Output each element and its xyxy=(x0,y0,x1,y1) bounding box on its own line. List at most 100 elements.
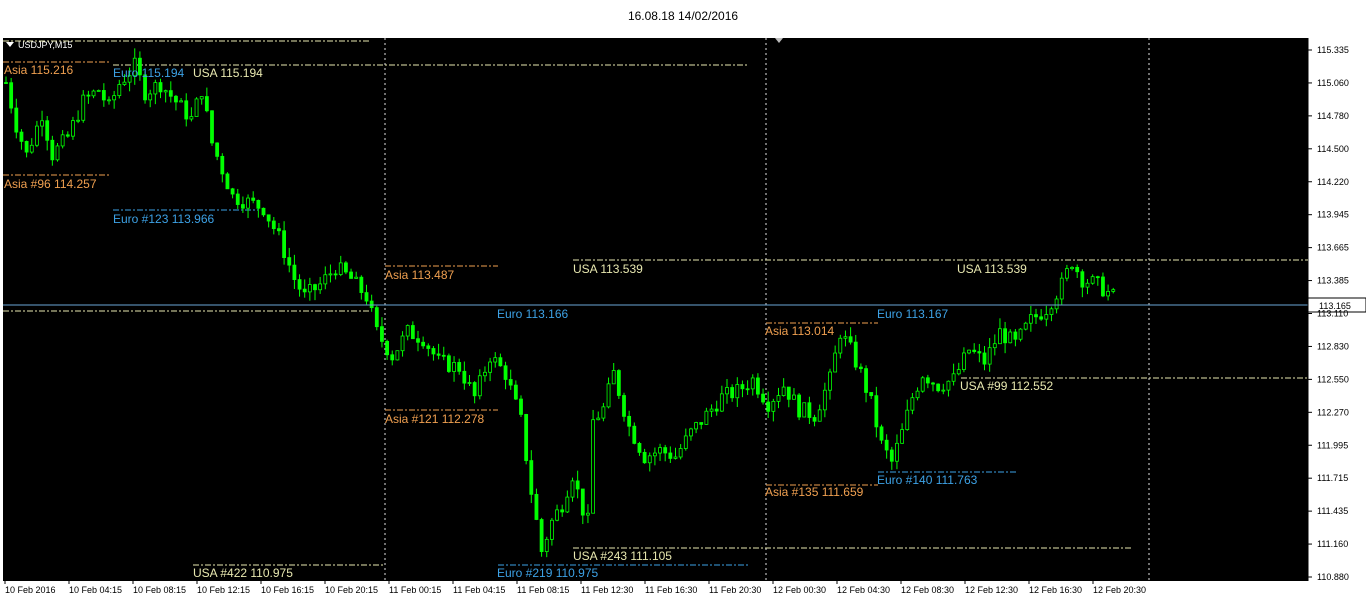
candle-body xyxy=(745,388,750,391)
candle-body xyxy=(936,383,941,392)
candle-body xyxy=(210,110,214,144)
candle-body xyxy=(1034,314,1038,318)
candle-body xyxy=(658,447,662,454)
plot-area[interactable] xyxy=(3,38,1308,581)
candle-body xyxy=(766,401,771,412)
candle-body xyxy=(436,353,441,356)
candle-body xyxy=(199,96,204,100)
candle-body xyxy=(627,415,632,427)
label-euro123: Euro #123 113.966 xyxy=(113,212,215,226)
label-euro-113167: Euro 113.167 xyxy=(877,307,948,321)
label-euro219: Euro #219 110.975 xyxy=(497,566,599,580)
candle-body xyxy=(555,509,559,521)
candle-body xyxy=(601,406,606,419)
candle-body xyxy=(1059,277,1064,300)
candle-body xyxy=(421,341,426,347)
candle-body xyxy=(524,414,529,461)
candle-body xyxy=(1003,328,1007,344)
candle-body xyxy=(282,230,287,258)
candle-body xyxy=(457,362,462,372)
label-euro-113166: Euro 113.166 xyxy=(497,307,568,321)
candle-body xyxy=(204,96,209,112)
candle-body xyxy=(416,338,420,343)
candle-body xyxy=(879,426,884,441)
candle-body xyxy=(714,408,719,412)
time-tick-label: 10 Feb 20:15 xyxy=(325,585,378,595)
candle-body xyxy=(833,352,838,373)
candle-body xyxy=(215,142,220,157)
candle-body xyxy=(19,131,24,142)
candle-body xyxy=(168,90,173,97)
candle-body xyxy=(462,370,467,384)
candle-body xyxy=(1101,276,1105,297)
price-tick-label: 111.995 xyxy=(1317,440,1348,450)
candle-body xyxy=(689,428,693,437)
candle-body xyxy=(1075,266,1080,273)
candle-body xyxy=(519,398,523,415)
label-asia-113014: Asia 113.014 xyxy=(765,324,834,338)
candle-body xyxy=(822,389,827,411)
candle-body xyxy=(179,100,184,103)
candle-body xyxy=(1054,298,1059,310)
candle-body xyxy=(967,349,971,354)
candle-body xyxy=(91,90,96,97)
candle-body xyxy=(1039,316,1044,320)
candle-body xyxy=(951,373,956,382)
label-asia-115216: Asia 115.216 xyxy=(4,63,73,77)
candle-body xyxy=(807,402,812,418)
candle-body xyxy=(637,443,642,453)
time-tick-label: 12 Feb 16:30 xyxy=(1029,585,1082,595)
candle-body xyxy=(889,449,894,462)
candle-body xyxy=(472,382,477,397)
candle-body xyxy=(642,451,647,464)
candle-body xyxy=(596,417,601,421)
candle-body xyxy=(740,384,745,390)
candle-body xyxy=(313,284,317,291)
time-tick-label: 10 Feb 16:15 xyxy=(261,585,314,595)
price-chart[interactable]: 113.165 USDJPY,M15 Asia 115.216 Euro 115… xyxy=(3,38,1366,598)
candle-body xyxy=(246,197,250,209)
candle-body xyxy=(318,283,323,291)
candle-body xyxy=(349,271,353,279)
candle-body xyxy=(972,349,977,352)
candle-body xyxy=(488,361,493,373)
time-tick-label: 11 Feb 16:30 xyxy=(645,585,697,595)
candle-body xyxy=(122,81,127,85)
candle-body xyxy=(107,99,111,102)
candle-body xyxy=(40,120,44,127)
candle-body xyxy=(1013,331,1018,340)
price-tick-label: 112.830 xyxy=(1317,341,1349,351)
candle-body xyxy=(756,377,760,395)
candle-body xyxy=(982,352,987,365)
candle-body xyxy=(174,95,178,103)
candle-body xyxy=(405,325,410,337)
candle-body xyxy=(76,119,80,122)
candle-body xyxy=(380,326,384,342)
candle-body xyxy=(678,448,683,458)
candle-body xyxy=(81,94,86,121)
candle-body xyxy=(35,125,39,146)
candle-body xyxy=(385,340,390,356)
candle-body xyxy=(359,276,364,293)
candle-body xyxy=(673,456,678,459)
candle-body xyxy=(1106,290,1110,297)
candle-body xyxy=(493,357,498,363)
candle-body xyxy=(730,387,735,399)
candle-body xyxy=(1111,289,1116,292)
time-tick-label: 10 Feb 04:15 xyxy=(69,585,122,595)
candle-body xyxy=(704,410,709,425)
window-title: 16.08.18 14/02/2016 xyxy=(627,9,739,23)
candle-body xyxy=(869,392,874,397)
candle-body xyxy=(956,369,961,375)
candle-body xyxy=(771,400,776,412)
candle-body xyxy=(859,366,863,370)
candle-body xyxy=(163,90,168,93)
candle-body xyxy=(1044,314,1049,320)
candle-body xyxy=(962,352,966,370)
candle-body xyxy=(606,383,611,408)
price-tick-label: 112.270 xyxy=(1317,407,1349,417)
candle-body xyxy=(786,386,791,400)
candle-body xyxy=(24,140,29,153)
time-tick-label: 11 Feb 08:15 xyxy=(517,585,569,595)
candle-body xyxy=(915,390,920,399)
